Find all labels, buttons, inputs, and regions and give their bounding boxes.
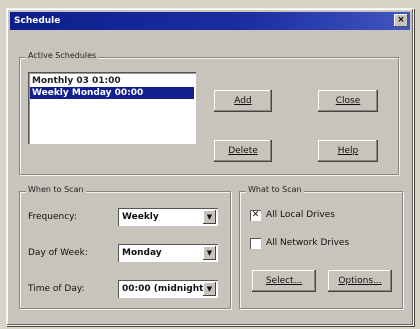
add-button-label: Add	[234, 96, 252, 106]
close-icon[interactable]: ×	[394, 14, 408, 27]
select-button-label: Select...	[265, 276, 303, 286]
options-button-label: Options...	[338, 276, 382, 286]
active-schedules-list[interactable]: Monthly 03 01:00 Weekly Monday 00:00	[28, 72, 196, 144]
close-button[interactable]: Close	[318, 90, 378, 112]
help-button[interactable]: Help	[318, 140, 378, 162]
day-of-week-value: Monday	[122, 248, 162, 258]
active-schedules-label: Active Schedules	[26, 51, 99, 60]
list-item[interactable]: Weekly Monday 00:00	[30, 87, 194, 99]
title-bar: Schedule ×	[10, 12, 410, 30]
options-button[interactable]: Options...	[328, 270, 392, 292]
delete-button-label: Delete	[228, 146, 258, 156]
all-local-drives-label: All Local Drives	[266, 210, 335, 220]
chevron-down-icon[interactable]: ▼	[203, 282, 216, 296]
chevron-down-icon[interactable]: ▼	[203, 246, 216, 260]
frequency-value: Weekly	[122, 212, 159, 222]
frequency-select[interactable]: Weekly ▼	[118, 208, 218, 226]
window-title: Schedule	[14, 16, 61, 26]
day-of-week-select[interactable]: Monday ▼	[118, 244, 218, 262]
chevron-down-icon[interactable]: ▼	[203, 210, 216, 224]
all-network-drives-label: All Network Drives	[266, 238, 350, 248]
day-of-week-label: Day of Week:	[28, 248, 88, 258]
all-local-drives-checkbox[interactable]: ✕	[250, 210, 261, 221]
what-to-scan-label: What to Scan	[246, 185, 304, 194]
frequency-label: Frequency:	[28, 212, 77, 222]
when-to-scan-label: When to Scan	[26, 185, 86, 194]
time-of-day-label: Time of Day:	[28, 284, 85, 294]
delete-button[interactable]: Delete	[214, 140, 272, 162]
select-button[interactable]: Select...	[252, 270, 316, 292]
add-button[interactable]: Add	[214, 90, 272, 112]
time-of-day-value: 00:00 (midnight)	[122, 284, 208, 294]
time-of-day-select[interactable]: 00:00 (midnight) ▼	[118, 280, 218, 298]
all-network-drives-checkbox[interactable]	[250, 238, 261, 249]
what-to-scan-group: What to Scan ✕ All Local Drives All Netw…	[239, 185, 403, 309]
close-button-label: Close	[335, 96, 361, 106]
active-schedules-group: Active Schedules Monthly 03 01:00 Weekly…	[19, 51, 399, 175]
list-item[interactable]: Monthly 03 01:00	[30, 75, 194, 87]
when-to-scan-group: When to Scan Frequency: Weekly ▼ Day of …	[19, 185, 231, 309]
help-button-label: Help	[337, 146, 359, 156]
schedule-dialog: Schedule × Active Schedules Monthly 03 0…	[6, 8, 414, 326]
